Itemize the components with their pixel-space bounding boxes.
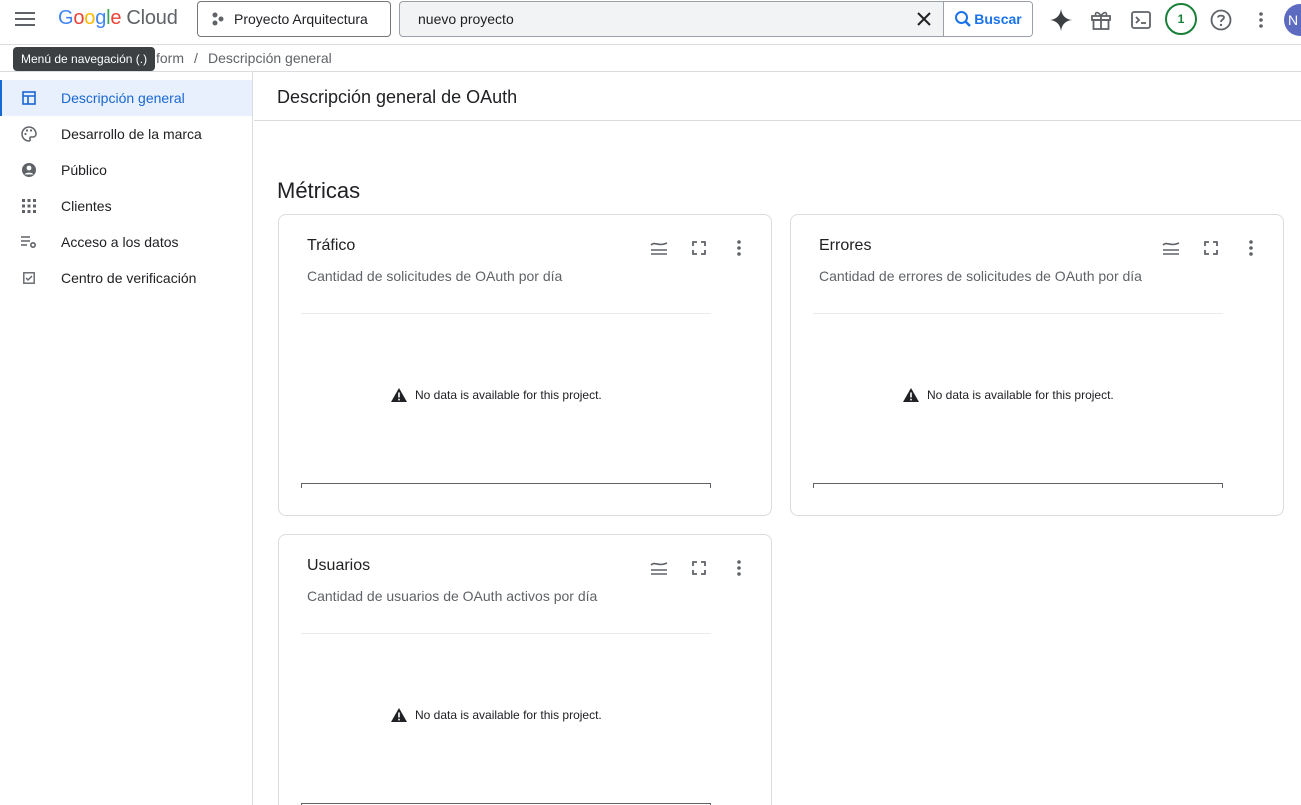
card-title: Tráfico — [307, 237, 356, 254]
palette-icon — [19, 124, 39, 144]
dashboard-icon — [19, 88, 39, 108]
sidebar-item-label: Clientes — [61, 198, 112, 214]
navigation-menu-tooltip: Menú de navegación (.) — [13, 47, 156, 71]
chart-axis — [301, 483, 711, 488]
sidebar-item-audience[interactable]: Público — [0, 152, 252, 188]
warning-icon — [391, 708, 407, 722]
fullscreen-icon[interactable] — [687, 236, 711, 260]
help-icon[interactable] — [1205, 4, 1237, 36]
gemini-spark-icon[interactable] — [1045, 4, 1077, 36]
sidebar-item-label: Desarrollo de la marca — [61, 126, 202, 142]
divider — [813, 313, 1223, 314]
sidebar-item-data-access[interactable]: Acceso a los datos — [0, 224, 252, 260]
card-subtitle: Cantidad de usuarios de OAuth activos po… — [307, 588, 598, 604]
fullscreen-icon[interactable] — [687, 556, 711, 580]
google-cloud-logo[interactable]: Google Cloud — [58, 7, 178, 30]
card-subtitle: Cantidad de errores de solicitudes de OA… — [819, 268, 1142, 284]
sidebar-item-label: Público — [61, 162, 107, 178]
account-circle-icon — [19, 160, 39, 180]
search-bar: Buscar — [399, 1, 1033, 37]
metrics-section-title: Métricas — [277, 178, 361, 203]
breadcrumb: form / Descripción general — [0, 44, 1301, 72]
project-picker-button[interactable]: Proyecto Arquitectura — [197, 1, 391, 37]
clear-search-icon[interactable] — [904, 2, 944, 36]
more-vert-icon[interactable] — [1245, 4, 1277, 36]
sidebar-item-verification-center[interactable]: Centro de verificación — [0, 260, 252, 296]
search-input[interactable] — [400, 2, 904, 36]
more-vert-icon[interactable] — [727, 556, 751, 580]
divider — [301, 313, 711, 314]
chart-axis — [813, 483, 1223, 488]
errors-metric-card: Errores Cantidad de errores de solicitud… — [790, 214, 1284, 516]
breadcrumb-parent-link[interactable]: form — [156, 50, 184, 66]
sidebar: Descripción general Desarrollo de la mar… — [0, 72, 253, 805]
card-subtitle: Cantidad de solicitudes de OAuth por día — [307, 268, 563, 284]
search-button[interactable]: Buscar — [944, 2, 1032, 36]
users-metric-card: Usuarios Cantidad de usuarios de OAuth a… — [278, 534, 772, 805]
card-title: Usuarios — [307, 557, 371, 574]
traffic-metric-card: Tráfico Cantidad de solicitudes de OAuth… — [278, 214, 772, 516]
search-icon — [955, 11, 972, 27]
chart-legend-toggle-icon[interactable] — [1159, 236, 1183, 260]
sidebar-item-label: Centro de verificación — [61, 270, 197, 286]
card-title: Errores — [819, 237, 872, 254]
empty-state: No data is available for this project. — [903, 388, 1114, 402]
more-vert-icon[interactable] — [727, 236, 751, 260]
sidebar-item-branding[interactable]: Desarrollo de la marca — [0, 116, 252, 152]
chart-legend-toggle-icon[interactable] — [647, 556, 671, 580]
check-box-icon — [19, 268, 39, 288]
sidebar-item-label: Descripción general — [61, 90, 185, 106]
page-header: Descripción general de OAuth — [254, 72, 1301, 121]
sidebar-item-clients[interactable]: Clientes — [0, 188, 252, 224]
sidebar-item-overview[interactable]: Descripción general — [0, 80, 252, 116]
avatar[interactable]: N — [1284, 4, 1301, 36]
divider — [301, 633, 711, 634]
warning-icon — [391, 388, 407, 402]
project-name: Proyecto Arquitectura — [234, 11, 368, 27]
menu-icon[interactable] — [9, 3, 41, 35]
warning-icon — [903, 388, 919, 402]
gift-icon[interactable] — [1085, 4, 1117, 36]
breadcrumb-separator: / — [194, 50, 198, 66]
apps-grid-icon — [19, 196, 39, 216]
sidebar-item-label: Acceso a los datos — [61, 234, 179, 250]
data-settings-icon — [19, 232, 39, 252]
cloud-shell-terminal-icon[interactable] — [1125, 4, 1157, 36]
page-title: Descripción general de OAuth — [277, 87, 518, 107]
top-bar: GoogleCloud Proyecto Arquitectura Buscar… — [0, 0, 1301, 40]
more-vert-icon[interactable] — [1239, 236, 1263, 260]
notifications-count-badge[interactable]: 1 — [1165, 3, 1197, 35]
empty-state: No data is available for this project. — [391, 708, 602, 722]
chart-legend-toggle-icon[interactable] — [647, 236, 671, 260]
fullscreen-icon[interactable] — [1199, 236, 1223, 260]
project-icon — [212, 12, 224, 26]
breadcrumb-current: Descripción general — [208, 50, 332, 66]
empty-state: No data is available for this project. — [391, 388, 602, 402]
